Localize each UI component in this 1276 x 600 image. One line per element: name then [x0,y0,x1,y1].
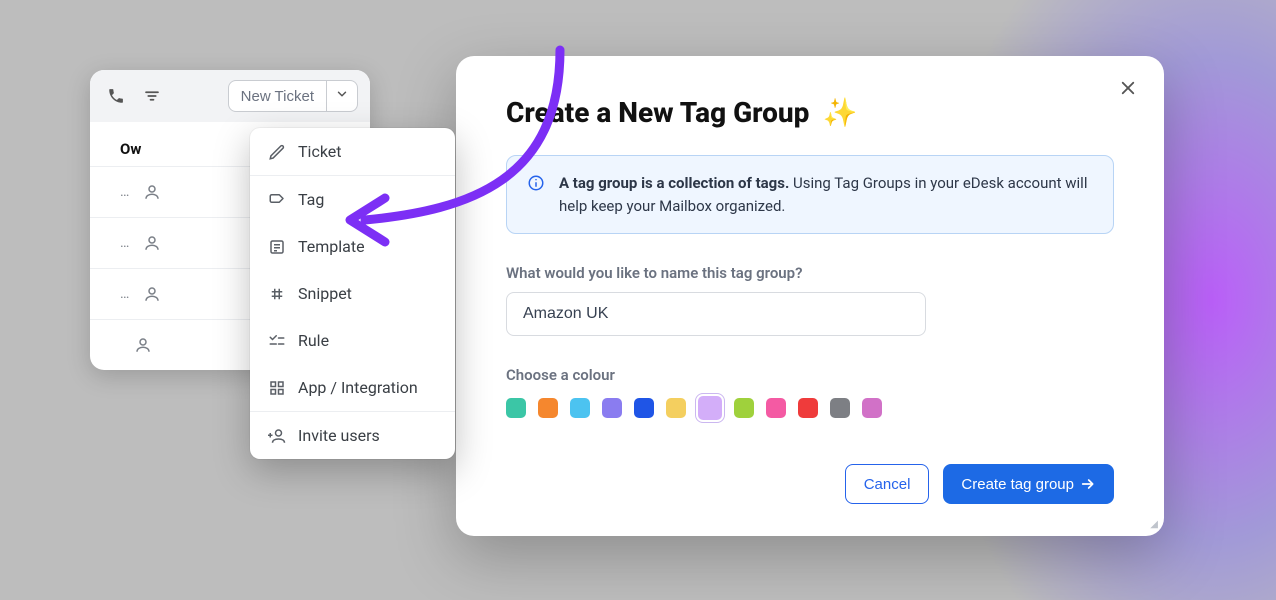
info-text: A tag group is a collection of tags. Usi… [559,172,1093,217]
colour-swatch[interactable] [734,398,754,418]
resize-handle-icon: ◢ [1150,519,1158,530]
menu-item-label: Tag [298,190,324,209]
name-field-label: What would you like to name this tag gro… [506,264,1114,282]
colour-field-label: Choose a colour [506,366,1114,384]
create-tag-group-button[interactable]: Create tag group [943,464,1114,504]
mailbox-panel: New Ticket Ow … … … Ticket [90,70,370,370]
colour-swatch[interactable] [830,398,850,418]
tag-group-name-input[interactable] [506,292,926,336]
info-box: A tag group is a collection of tags. Usi… [506,155,1114,234]
menu-item-template[interactable]: Template [250,223,455,270]
template-icon [268,238,286,256]
close-icon [1119,79,1137,97]
arrow-right-icon [1080,476,1096,492]
info-bold: A tag group is a collection of tags. [559,174,789,192]
new-ticket-split-button: New Ticket [228,80,358,112]
cancel-button[interactable]: Cancel [845,464,930,504]
menu-item-label: Rule [298,331,329,350]
row-ellipsis: … [120,286,129,302]
create-tag-group-modal: Create a New Tag Group ✨ A tag group is … [456,56,1164,536]
modal-actions: Cancel Create tag group [506,464,1114,504]
create-menu: Ticket Tag Template Snippet Rule App / I… [250,128,455,459]
menu-item-label: Invite users [298,426,380,445]
colour-swatch[interactable] [538,398,558,418]
colour-swatch[interactable] [798,398,818,418]
pencil-icon [268,143,286,161]
rule-icon [268,332,286,350]
user-icon [134,336,152,354]
colour-swatch[interactable] [570,398,590,418]
colour-swatch[interactable] [506,398,526,418]
info-icon [527,174,545,192]
menu-item-tag[interactable]: Tag [250,175,455,223]
user-icon [143,285,161,303]
colour-swatch[interactable] [602,398,622,418]
menu-item-label: Snippet [298,284,352,303]
colour-swatch[interactable] [666,398,686,418]
new-ticket-button[interactable]: New Ticket [228,80,327,112]
user-icon [143,234,161,252]
modal-title: Create a New Tag Group ✨ [506,96,857,129]
new-ticket-dropdown-button[interactable] [327,80,358,112]
menu-item-rule[interactable]: Rule [250,317,455,364]
modal-title-text: Create a New Tag Group [506,96,809,129]
row-ellipsis: … [120,184,129,200]
grid-icon [268,379,286,397]
menu-item-snippet[interactable]: Snippet [250,270,455,317]
user-icon [143,183,161,201]
tag-icon [268,191,286,209]
menu-item-app[interactable]: App / Integration [250,364,455,411]
menu-item-invite[interactable]: Invite users [250,411,455,459]
invite-users-icon [268,427,286,445]
filter-icon[interactable] [138,82,166,110]
phone-icon[interactable] [102,82,130,110]
chevron-down-icon [335,87,349,101]
hash-icon [268,285,286,303]
colour-swatch[interactable] [766,398,786,418]
colour-swatch[interactable] [698,396,722,420]
submit-label: Create tag group [961,476,1074,493]
menu-item-ticket[interactable]: Ticket [250,128,455,175]
menu-item-label: Ticket [298,142,341,161]
row-ellipsis: … [120,235,129,251]
toolbar: New Ticket [90,70,370,122]
sparkle-icon: ✨ [822,96,857,129]
menu-item-label: Template [298,237,365,256]
colour-swatches [506,398,1114,420]
menu-item-label: App / Integration [298,378,418,397]
colour-swatch[interactable] [634,398,654,418]
close-button[interactable] [1114,74,1142,102]
colour-swatch[interactable] [862,398,882,418]
